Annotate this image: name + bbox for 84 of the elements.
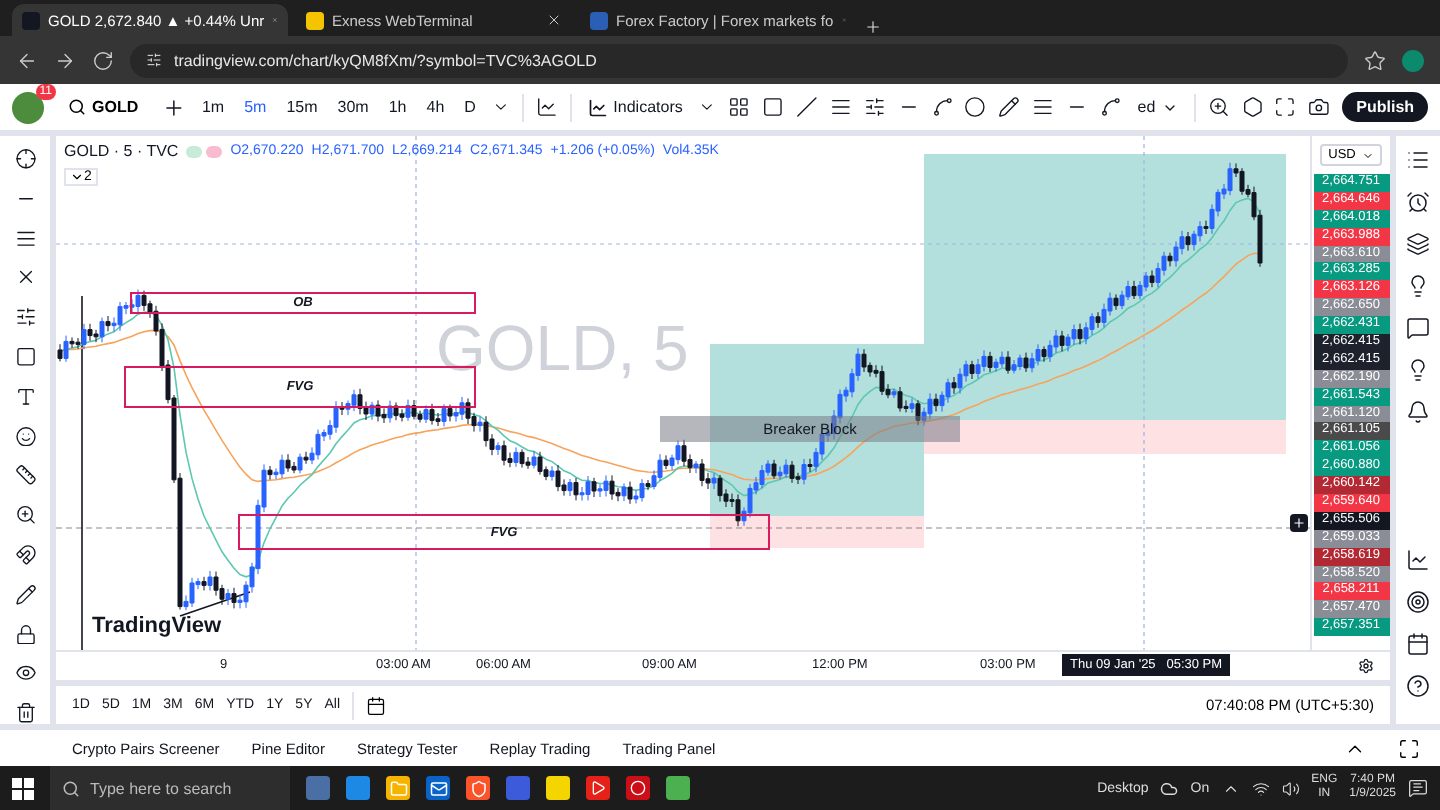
shield-icon[interactable] [466,776,490,800]
volume-icon[interactable] [1281,779,1300,797]
forward-icon[interactable] [54,49,76,71]
templates-icon[interactable] [728,96,751,118]
trend-line [179,591,251,617]
line-icon[interactable] [796,96,818,118]
favicon-icon [306,11,324,29]
calendar-icon[interactable] [366,695,387,715]
symbol-title: GOLD · 5 · TVC [64,142,179,160]
lock-icon[interactable] [13,623,37,645]
chart-icon[interactable] [1406,548,1430,572]
add-plus-icon[interactable] [1290,514,1308,532]
fullscreen-icon[interactable] [1274,96,1297,118]
publish-button[interactable]: Publish [1342,92,1429,122]
profile-avatar[interactable] [1402,49,1424,71]
caret-icon[interactable] [698,98,717,116]
calendar-icon[interactable] [1406,632,1430,656]
interval-button[interactable]: 1m [197,98,229,116]
channel-tool-icon[interactable] [13,227,37,249]
new-tab-icon[interactable] [864,18,882,36]
back-icon[interactable] [16,49,38,71]
add-symbol-icon[interactable] [162,95,186,119]
smile-icon[interactable] [13,425,37,447]
path-icon[interactable] [931,96,953,118]
address-field[interactable]: tradingview.com/chart/kyQM8fXm/?symbol=TVC%3AGOLD [130,43,1348,77]
caret-icon[interactable] [491,98,510,116]
indicators-button[interactable]: Indicators [583,97,687,117]
help-icon[interactable] [1406,674,1430,698]
lightbulb-icon[interactable] [1406,274,1430,298]
brand-logo: TradingView [92,614,222,638]
interval-button[interactable]: 30m [333,98,373,116]
lines-icon[interactable] [1032,96,1054,118]
rectangle-icon[interactable] [762,96,784,118]
pencil-icon[interactable] [13,583,37,606]
caret-icon [1361,149,1374,161]
cloud-icon[interactable] [1160,779,1179,797]
curve-icon[interactable] [1099,96,1122,118]
snapshot-icon[interactable] [1308,96,1331,118]
layers-icon[interactable] [1406,232,1430,256]
shape-icon[interactable] [13,345,37,368]
interval-button[interactable]: 5m [240,98,271,116]
zoom-in-icon[interactable] [13,504,37,526]
interval-button[interactable]: 4h [422,98,449,116]
alarm-icon[interactable] [1406,190,1430,214]
interval-button[interactable]: D [460,98,480,116]
url-text: tradingview.com/chart/kyQM8fXm/?symbol=TVC%3AGOLD [174,51,597,69]
channel-icon[interactable] [829,96,852,118]
close-icon[interactable] [546,12,562,28]
bookmark-icon[interactable] [1364,49,1386,71]
eye-icon[interactable] [13,662,37,685]
reload-icon[interactable] [92,49,114,71]
bell-icon[interactable] [1406,400,1430,424]
caret-icon [70,170,84,184]
app-logo[interactable] [12,91,44,123]
maximize-icon[interactable] [1398,737,1420,759]
zoom-icon[interactable] [1207,96,1230,118]
circle-icon[interactable] [964,96,987,118]
interval-button[interactable]: 1h [384,98,411,116]
symbol-search-button[interactable]: GOLD [56,98,151,116]
target-icon[interactable] [1406,590,1430,614]
trash-icon[interactable] [13,702,37,724]
notification-icon[interactable] [1408,778,1428,798]
search-icon [68,98,86,116]
search-icon [62,779,80,797]
chart-icon [587,97,608,117]
chat-icon[interactable] [1406,316,1430,340]
ruler-icon[interactable] [13,464,37,487]
folder-icon[interactable] [386,776,410,800]
price-axis[interactable] [1310,136,1390,650]
mail-icon[interactable] [426,776,450,800]
site-settings-icon[interactable] [146,52,162,68]
ideas-icon[interactable] [1406,358,1430,382]
interval-button[interactable]: 15m [282,98,322,116]
favicon-icon [590,11,608,29]
crosshair-icon[interactable] [13,148,37,170]
magnet-icon[interactable] [13,543,37,566]
text-icon[interactable] [13,385,37,408]
wifi-icon[interactable] [1251,779,1270,797]
circle-icon[interactable] [626,776,650,800]
layout-name-button[interactable]: ed [1133,98,1182,116]
start-icon[interactable] [12,777,34,799]
play-icon[interactable] [586,776,610,800]
taskbar-search-field[interactable]: Type here to search [50,766,290,810]
favicon-icon [22,11,40,29]
